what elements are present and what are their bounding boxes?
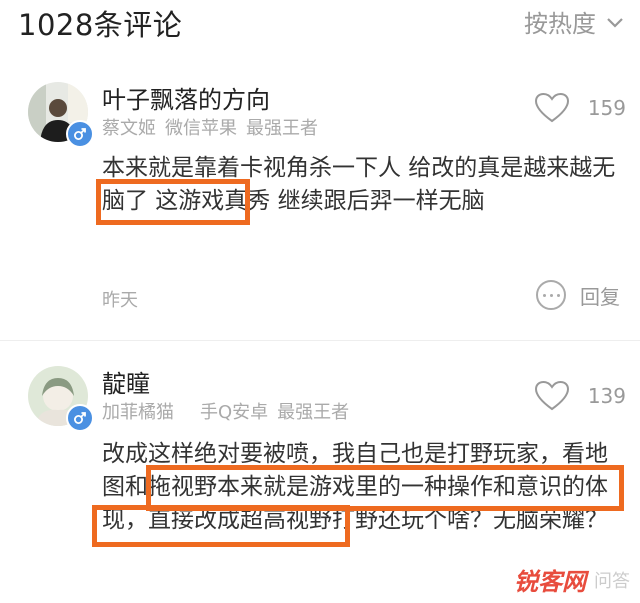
male-gender-icon xyxy=(66,120,94,148)
comment-count-title: 1028条评论 xyxy=(18,8,183,42)
watermark-suffix: 问答 xyxy=(594,570,630,592)
reply-button[interactable]: 回复 xyxy=(536,280,620,310)
watermark: 锐客网 问答 xyxy=(514,562,630,597)
like-button[interactable]: 159 xyxy=(534,92,626,124)
male-gender-icon xyxy=(66,404,94,432)
platform-tag: 微信苹果 xyxy=(165,118,237,139)
avatar[interactable] xyxy=(28,366,94,432)
like-button[interactable]: 139 xyxy=(534,380,626,412)
watermark-brand: 锐客网 xyxy=(514,568,586,596)
highlight-box xyxy=(96,179,250,225)
username[interactable]: 叶子飘落的方向 xyxy=(102,80,270,115)
reply-icon xyxy=(536,280,566,310)
reply-label: 回复 xyxy=(580,284,620,309)
user-meta: 加菲橘猫 手Q安卓 最强王者 xyxy=(102,398,358,424)
comments-header: 1028条评论 按热度 xyxy=(0,0,640,44)
highlight-box xyxy=(92,505,350,547)
heart-icon xyxy=(534,380,569,411)
heart-icon xyxy=(534,92,569,123)
user-meta: 蔡文姬 微信苹果 最强王者 xyxy=(102,114,327,140)
platform-tag: 手Q安卓 xyxy=(200,402,269,423)
sort-label: 按热度 xyxy=(524,10,596,38)
sort-dropdown[interactable]: 按热度 xyxy=(524,4,626,39)
hero-tag: 加菲橘猫 xyxy=(102,402,174,423)
rank-tag: 最强王者 xyxy=(246,118,318,139)
chevron-down-icon xyxy=(607,17,623,28)
comment-time: 昨天 xyxy=(102,290,138,311)
rank-tag: 最强王者 xyxy=(277,402,350,423)
divider xyxy=(0,340,640,341)
avatar[interactable] xyxy=(28,82,94,148)
username[interactable]: 靛瞳 xyxy=(102,364,150,399)
hero-tag: 蔡文姬 xyxy=(102,118,156,139)
like-count: 139 xyxy=(587,384,626,408)
like-count: 159 xyxy=(587,96,626,120)
